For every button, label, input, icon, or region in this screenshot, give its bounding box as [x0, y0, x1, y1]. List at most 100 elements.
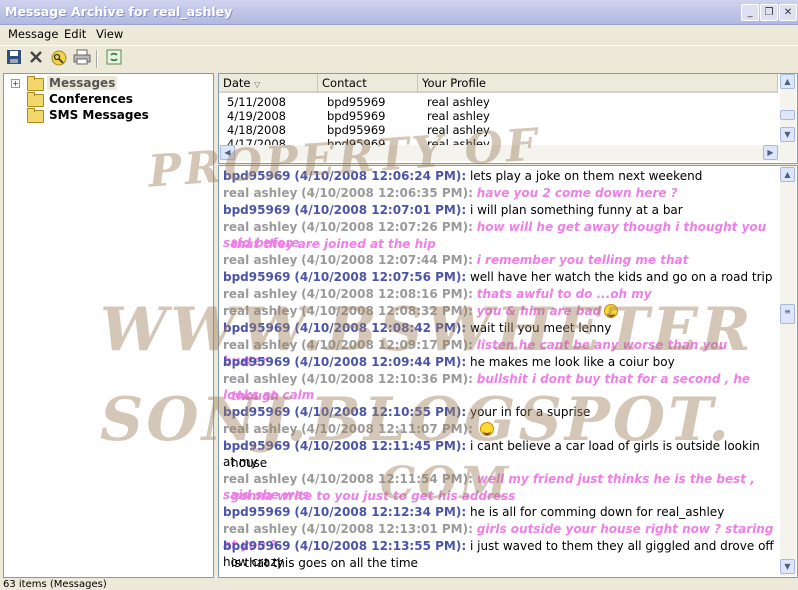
folder-tree: + Messages Conferences SMS Messages — [3, 73, 214, 578]
delete-icon[interactable] — [27, 49, 45, 67]
find-icon[interactable] — [50, 49, 68, 67]
scroll-up-icon[interactable]: ▲ — [780, 167, 795, 182]
sender-name: bpd95969 — [223, 270, 291, 284]
message-timestamp: (4/10/2008 12:08:32 PM): — [301, 304, 473, 318]
list-cell[interactable]: 4/18/2008 — [227, 123, 286, 137]
message-timestamp: (4/10/2008 12:06:35 PM): — [301, 186, 473, 200]
message-text: you & him are bad — [476, 304, 602, 318]
message-timestamp: (4/10/2008 12:10:36 PM): — [301, 372, 473, 386]
message-timestamp: (4/10/2008 12:07:44 PM): — [301, 253, 473, 267]
folder-icon — [27, 92, 44, 107]
chat-message: bpd95969 (4/10/2008 12:08:42 PM): wait t… — [223, 320, 775, 336]
message-transcript: bpd95969 (4/10/2008 12:06:24 PM): lets p… — [218, 165, 798, 578]
message-timestamp: (4/10/2008 12:11:45 PM): — [294, 439, 467, 453]
sender-name: real ashley — [223, 472, 298, 486]
scroll-thumb[interactable] — [780, 110, 795, 120]
menu-edit[interactable]: Edit — [64, 27, 86, 41]
message-timestamp: (4/10/2008 12:11:54 PM): — [301, 472, 473, 486]
column-header-date[interactable]: Date ▽ — [219, 74, 318, 93]
scroll-up-icon[interactable]: ▲ — [780, 74, 795, 89]
list-cell[interactable]: bpd95969 — [327, 109, 385, 123]
list-cell[interactable]: real ashley — [427, 123, 490, 137]
restore-button[interactable]: ❐ — [760, 4, 778, 21]
list-cell[interactable]: bpd95969 — [327, 95, 385, 109]
chat-message: bpd95969 (4/10/2008 12:07:01 PM): i will… — [223, 202, 775, 218]
sort-arrow-icon: ▽ — [254, 80, 261, 89]
print-icon[interactable] — [73, 49, 91, 67]
tree-item-messages[interactable]: Messages — [47, 76, 118, 90]
sender-name: real ashley — [223, 253, 298, 267]
chat-message: bpd95969 (4/10/2008 12:12:34 PM): he is … — [223, 504, 775, 520]
message-timestamp: (4/10/2008 12:07:26 PM): — [301, 220, 473, 234]
menu-view[interactable]: View — [96, 27, 123, 41]
message-timestamp: (4/10/2008 12:13:01 PM): — [301, 522, 473, 536]
refresh-icon[interactable] — [105, 49, 123, 67]
message-text-continued: that they are joined at the hip — [231, 237, 436, 251]
sender-name: real ashley — [223, 186, 298, 200]
folder-icon — [27, 108, 44, 123]
message-text: he makes me look like a coiur boy — [469, 355, 675, 369]
list-cell[interactable]: bpd95969 — [327, 123, 385, 137]
menu-bar: Message Edit View — [0, 25, 798, 44]
sender-name: real ashley — [223, 287, 298, 301]
message-text: wait till you meet lenny — [469, 321, 612, 335]
folder-icon — [27, 76, 44, 91]
scroll-left-icon[interactable]: ◀ — [220, 145, 235, 160]
message-text-continued: is that this goes on all the time — [231, 556, 418, 570]
sender-name: bpd95969 — [223, 539, 291, 553]
chat-message: bpd95969 (4/10/2008 12:06:24 PM): lets p… — [223, 168, 775, 184]
sender-name: real ashley — [223, 372, 298, 386]
chat-message: bpd95969 (4/10/2008 12:07:56 PM): well h… — [223, 269, 775, 285]
list-cell[interactable]: real ashley — [427, 95, 490, 109]
column-header-contact[interactable]: Contact — [318, 74, 418, 93]
sender-name: real ashley — [223, 304, 298, 318]
tree-item-conferences[interactable]: Conferences — [49, 92, 133, 106]
list-cell[interactable]: 4/19/2008 — [227, 109, 286, 123]
conversation-list: Date ▽ Contact Your Profile 5/11/2008 bpd… — [218, 73, 798, 164]
smiley-emoticon-icon — [479, 422, 494, 436]
message-text: he is all for comming down for real_ashl… — [469, 505, 725, 519]
sender-name: bpd95969 — [223, 203, 291, 217]
chat-message: bpd95969 (4/10/2008 12:10:55 PM): your i… — [223, 404, 775, 420]
chat-message: real ashley (4/10/2008 12:07:44 PM): i r… — [223, 252, 775, 268]
sender-name: bpd95969 — [223, 169, 291, 183]
sender-name: bpd95969 — [223, 321, 291, 335]
sender-name: bpd95969 — [223, 405, 291, 419]
sender-name: real ashley — [223, 220, 298, 234]
message-timestamp: (4/10/2008 12:11:07 PM): — [301, 422, 473, 436]
toolbar — [0, 45, 798, 72]
scroll-down-icon[interactable]: ▼ — [780, 127, 795, 142]
sender-name: real ashley — [223, 522, 298, 536]
message-text: i will plan something funny at a bar — [469, 203, 683, 217]
list-horizontal-scrollbar[interactable]: ◀ ▶ — [219, 145, 780, 161]
message-text: your in for a suprise — [469, 405, 591, 419]
scroll-thumb[interactable]: ≡ — [780, 304, 795, 324]
tree-item-sms-messages[interactable]: SMS Messages — [49, 108, 149, 122]
menu-message[interactable]: Message — [8, 27, 58, 41]
message-text: well have her watch the kids and go on a… — [469, 270, 773, 284]
message-timestamp: (4/10/2008 12:09:17 PM): — [301, 338, 473, 352]
scroll-right-icon[interactable]: ▶ — [763, 145, 778, 160]
message-timestamp: (4/10/2008 12:07:56 PM): — [294, 270, 467, 284]
message-timestamp: (4/10/2008 12:10:55 PM): — [294, 405, 467, 419]
expand-messages-icon[interactable]: + — [11, 79, 20, 88]
list-cell[interactable]: 5/11/2008 — [227, 95, 286, 109]
transcript-vertical-scrollbar[interactable]: ▲ ≡ ▼ — [780, 166, 796, 576]
message-timestamp: (4/10/2008 12:06:24 PM): — [294, 169, 467, 183]
list-vertical-scrollbar[interactable]: ▲ ▼ — [780, 74, 796, 162]
message-text: i remember you telling me that — [476, 253, 689, 267]
message-text: thats awful to do ...oh my — [476, 287, 652, 301]
save-icon[interactable] — [5, 49, 23, 67]
close-button[interactable]: ✕ — [779, 4, 797, 21]
message-text-continued: house — [231, 456, 268, 470]
title-bar: Message Archive for real_ashley _ ❐ ✕ — [0, 0, 798, 25]
minimize-button[interactable]: _ — [741, 4, 759, 21]
list-cell[interactable]: real ashley — [427, 109, 490, 123]
sender-name: bpd95969 — [223, 439, 291, 453]
column-header-profile[interactable]: Your Profile — [418, 74, 778, 93]
message-timestamp: (4/10/2008 12:09:44 PM): — [294, 355, 467, 369]
column-label: Date — [223, 76, 251, 90]
scroll-down-icon[interactable]: ▼ — [780, 559, 795, 574]
message-timestamp: (4/10/2008 12:08:16 PM): — [301, 287, 473, 301]
sender-name: bpd95969 — [223, 505, 291, 519]
